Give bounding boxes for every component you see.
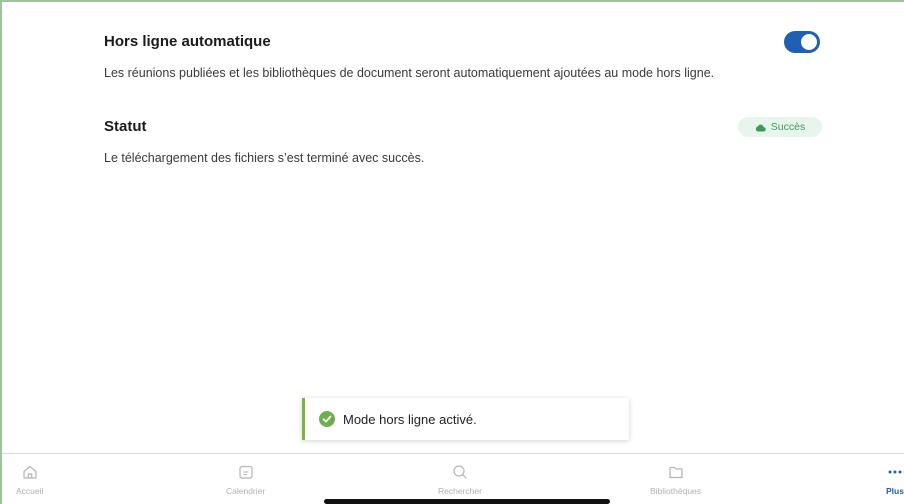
more-icon xyxy=(887,462,903,482)
tab-accueil-label: Accueil xyxy=(16,486,44,496)
tab-calendrier-label: Calendrier xyxy=(226,486,266,496)
offline-toggle[interactable] xyxy=(784,31,820,53)
tab-rechercher[interactable]: Rechercher xyxy=(438,462,482,496)
cloud-icon xyxy=(755,123,766,132)
app-frame: Hors ligne automatique Les réunions publ… xyxy=(0,0,904,504)
status-section: Statut Succès Le téléchargement des fich… xyxy=(104,116,834,167)
tab-calendrier[interactable]: Calendrier xyxy=(226,462,265,496)
tab-accueil[interactable]: Accueil xyxy=(16,462,43,496)
folder-icon xyxy=(668,462,684,482)
tab-bar: Accueil Calendrier Rechercher Bibliothèq… xyxy=(2,453,904,504)
status-badge-label: Succès xyxy=(770,121,806,133)
search-icon xyxy=(452,462,468,482)
offline-description: Les réunions publiées et les bibliothèqu… xyxy=(104,66,715,80)
toggle-knob xyxy=(801,34,817,50)
status-description: Le téléchargement des fichiers s’est ter… xyxy=(104,151,425,165)
home-icon xyxy=(22,462,38,482)
status-header: Statut Succès xyxy=(104,116,834,138)
offline-title: Hors ligne automatique xyxy=(104,33,271,50)
status-title: Statut xyxy=(104,118,147,135)
tab-bibliotheques-label: Bibliothèques xyxy=(650,486,702,496)
tab-bibliotheques[interactable]: Bibliothèques xyxy=(650,462,701,496)
offline-header: Hors ligne automatique xyxy=(104,31,834,53)
home-indicator[interactable] xyxy=(324,499,610,504)
check-circle-icon xyxy=(319,411,335,427)
tab-plus-label: Plus xyxy=(886,486,904,496)
offline-section: Hors ligne automatique Les réunions publ… xyxy=(104,31,834,82)
toast-message: Mode hors ligne activé. xyxy=(343,411,477,427)
tab-plus[interactable]: Plus xyxy=(886,462,904,496)
toast-notification: Mode hors ligne activé. xyxy=(302,398,629,440)
tab-rechercher-label: Rechercher xyxy=(438,486,482,496)
status-badge: Succès xyxy=(738,117,822,137)
calendar-icon xyxy=(238,462,254,482)
